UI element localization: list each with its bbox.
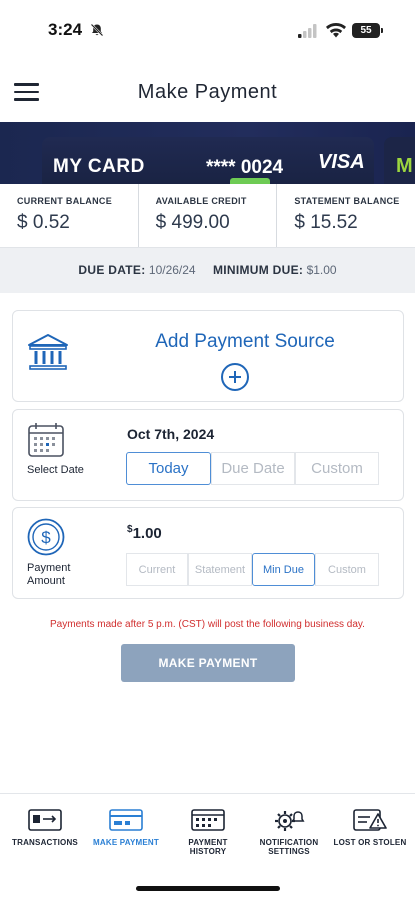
current-balance-value: $ 0.52 (17, 212, 70, 233)
amount-option-statement[interactable]: Statement (188, 553, 252, 586)
page-title: Make Payment (137, 81, 278, 103)
payment-amount-label-line1: Payment (27, 562, 71, 574)
payment-source-panel[interactable]: Add Payment Source (12, 310, 404, 402)
cutoff-notice: Payments made after 5 p.m. (CST) will po… (50, 619, 365, 630)
date-option-today[interactable]: Today (126, 452, 211, 485)
payment-amount-panel: $ Payment Amount $1.00 Current Statement… (12, 507, 404, 599)
available-credit-label: AVAILABLE CREDIT (155, 196, 247, 206)
status-bar: 3:24 55 (0, 0, 415, 62)
nav-make-payment[interactable]: MAKE PAYMENT (86, 808, 166, 847)
transactions-icon (28, 809, 62, 831)
nav-payment-history[interactable]: PAYMENT HISTORY (168, 808, 248, 856)
selected-date-value: Oct 7th, 2024 (127, 426, 215, 442)
next-card[interactable]: M (384, 137, 415, 184)
available-credit-value: $ 499.00 (155, 212, 230, 233)
minimum-due-label: MINIMUM DUE: (212, 263, 304, 277)
nav-notification-settings-label-1: NOTIFICATION (259, 838, 319, 847)
nav-transactions[interactable]: TRANSACTIONS (5, 808, 85, 847)
payment-amount-label: Payment Amount (27, 562, 70, 588)
minimum-due-value: $1.00 (306, 263, 337, 277)
amount-option-group: Current Statement Min Due Custom (126, 553, 379, 586)
available-credit: AVAILABLE CREDIT $ 499.00 (139, 184, 278, 247)
battery-icon: 55 (352, 23, 383, 38)
nav-lost-or-stolen[interactable]: LOST OR STOLEN (330, 808, 410, 847)
status-time: 3:24 (48, 20, 83, 39)
make-payment-button[interactable]: MAKE PAYMENT (121, 644, 295, 682)
payment-amount-value: $1.00 (127, 524, 162, 542)
gear-bell-icon (275, 811, 305, 831)
statement-balance-value: $ 15.52 (294, 212, 358, 233)
current-balance: CURRENT BALANCE $ 0.52 (0, 184, 139, 247)
add-circle-icon[interactable] (221, 363, 249, 391)
svg-text:$: $ (41, 528, 51, 547)
payment-amount-label-line2: Amount (27, 575, 65, 587)
card-warning-icon (353, 809, 387, 831)
next-card-name: M (396, 155, 413, 177)
visa-logo: VISA (318, 151, 365, 173)
balances-row: CURRENT BALANCE $ 0.52 AVAILABLE CREDIT … (0, 184, 415, 248)
nav-notification-settings-label-2: SETTINGS (268, 847, 310, 856)
calendar-icon (191, 809, 225, 831)
amount-option-min-due[interactable]: Min Due (252, 553, 315, 586)
current-balance-label: CURRENT BALANCE (17, 196, 112, 206)
card-carousel[interactable]: MY CARD **** 0024 VISA M (0, 122, 415, 184)
app-header: Make Payment (0, 62, 415, 122)
statement-balance: STATEMENT BALANCE $ 15.52 (277, 184, 415, 247)
nav-transactions-label: TRANSACTIONS (12, 838, 78, 847)
card-name: MY CARD (53, 156, 145, 177)
card-number: **** 0024 (206, 157, 284, 178)
nav-payment-history-label-2: HISTORY (189, 847, 227, 856)
home-indicator[interactable] (136, 886, 280, 891)
dollar-circle-icon: $ (27, 518, 65, 556)
due-date-label: DUE DATE: (78, 263, 146, 277)
nav-notification-settings[interactable]: NOTIFICATION SETTINGS (249, 808, 329, 856)
statement-balance-label: STATEMENT BALANCE (294, 196, 400, 206)
add-payment-source-link[interactable]: Add Payment Source (13, 331, 415, 353)
selected-card[interactable]: MY CARD **** 0024 VISA (42, 137, 374, 184)
date-option-custom[interactable]: Custom (295, 452, 379, 485)
date-option-due-date[interactable]: Due Date (211, 452, 295, 485)
due-date-value: 10/26/24 (148, 263, 196, 277)
wifi-icon (326, 23, 346, 38)
date-option-group: Today Due Date Custom (126, 452, 379, 485)
select-date-panel: Select Date Oct 7th, 2024 Today Due Date… (12, 409, 404, 501)
cellular-signal-icon (298, 24, 317, 38)
amount-option-current[interactable]: Current (126, 553, 188, 586)
bell-muted-icon (90, 23, 104, 37)
amount-number: 1.00 (132, 525, 162, 542)
nav-lost-or-stolen-label: LOST OR STOLEN (333, 838, 407, 847)
amount-option-custom[interactable]: Custom (315, 553, 379, 586)
nav-make-payment-label: MAKE PAYMENT (93, 838, 159, 847)
bottom-nav: TRANSACTIONS MAKE PAYMENT PAYMENT HISTORY (0, 793, 415, 900)
payment-card-icon (109, 809, 143, 831)
select-date-label: Select Date (27, 464, 84, 476)
nav-payment-history-label-1: PAYMENT (188, 838, 228, 847)
due-info: DUE DATE: 10/26/24 MINIMUM DUE: $1.00 (0, 248, 415, 293)
calendar-icon (28, 423, 64, 457)
